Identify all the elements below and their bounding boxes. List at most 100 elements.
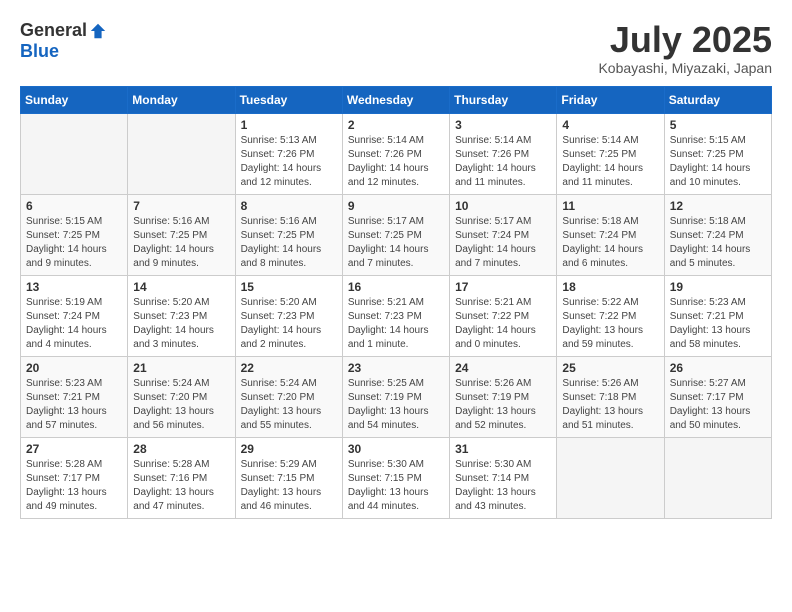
- calendar-cell: 13 Sunrise: 5:19 AM Sunset: 7:24 PM Dayli…: [21, 275, 128, 356]
- day-info: Sunrise: 5:26 AM Sunset: 7:18 PM Dayligh…: [562, 377, 658, 433]
- day-number: 15: [241, 280, 337, 294]
- day-number: 3: [455, 118, 551, 132]
- calendar-cell: 3 Sunrise: 5:14 AM Sunset: 7:26 PM Daylig…: [450, 113, 557, 194]
- day-number: 23: [348, 361, 444, 375]
- day-info: Sunrise: 5:16 AM Sunset: 7:25 PM Dayligh…: [133, 215, 229, 271]
- day-info: Sunrise: 5:28 AM Sunset: 7:16 PM Dayligh…: [133, 458, 229, 514]
- day-info: Sunrise: 5:14 AM Sunset: 7:25 PM Dayligh…: [562, 134, 658, 190]
- calendar-cell: [664, 437, 771, 518]
- weekday-header-thursday: Thursday: [450, 86, 557, 113]
- calendar-table: SundayMondayTuesdayWednesdayThursdayFrid…: [20, 86, 772, 519]
- weekday-header-wednesday: Wednesday: [342, 86, 449, 113]
- day-info: Sunrise: 5:26 AM Sunset: 7:19 PM Dayligh…: [455, 377, 551, 433]
- day-info: Sunrise: 5:15 AM Sunset: 7:25 PM Dayligh…: [26, 215, 122, 271]
- calendar-cell: 31 Sunrise: 5:30 AM Sunset: 7:14 PM Dayli…: [450, 437, 557, 518]
- day-info: Sunrise: 5:27 AM Sunset: 7:17 PM Dayligh…: [670, 377, 766, 433]
- day-number: 5: [670, 118, 766, 132]
- day-number: 13: [26, 280, 122, 294]
- calendar-cell: 29 Sunrise: 5:29 AM Sunset: 7:15 PM Dayli…: [235, 437, 342, 518]
- calendar-cell: [557, 437, 664, 518]
- day-number: 9: [348, 199, 444, 213]
- day-info: Sunrise: 5:29 AM Sunset: 7:15 PM Dayligh…: [241, 458, 337, 514]
- day-info: Sunrise: 5:24 AM Sunset: 7:20 PM Dayligh…: [241, 377, 337, 433]
- calendar-cell: 6 Sunrise: 5:15 AM Sunset: 7:25 PM Daylig…: [21, 194, 128, 275]
- calendar-cell: 24 Sunrise: 5:26 AM Sunset: 7:19 PM Dayli…: [450, 356, 557, 437]
- day-info: Sunrise: 5:20 AM Sunset: 7:23 PM Dayligh…: [241, 296, 337, 352]
- day-number: 22: [241, 361, 337, 375]
- day-number: 25: [562, 361, 658, 375]
- day-info: Sunrise: 5:19 AM Sunset: 7:24 PM Dayligh…: [26, 296, 122, 352]
- calendar-cell: 1 Sunrise: 5:13 AM Sunset: 7:26 PM Daylig…: [235, 113, 342, 194]
- calendar-cell: [21, 113, 128, 194]
- calendar-week-row: 27Sunrise: 5:28 AM Sunset: 7:17 PM Dayli…: [21, 437, 772, 518]
- day-number: 30: [348, 442, 444, 456]
- calendar-cell: 2 Sunrise: 5:14 AM Sunset: 7:26 PM Daylig…: [342, 113, 449, 194]
- day-number: 28: [133, 442, 229, 456]
- month-title: July 2025: [598, 20, 772, 60]
- calendar-cell: 20 Sunrise: 5:23 AM Sunset: 7:21 PM Dayli…: [21, 356, 128, 437]
- day-info: Sunrise: 5:17 AM Sunset: 7:25 PM Dayligh…: [348, 215, 444, 271]
- weekday-header-sunday: Sunday: [21, 86, 128, 113]
- weekday-header-tuesday: Tuesday: [235, 86, 342, 113]
- logo-general-text: General: [20, 20, 87, 41]
- day-number: 1: [241, 118, 337, 132]
- day-info: Sunrise: 5:25 AM Sunset: 7:19 PM Dayligh…: [348, 377, 444, 433]
- day-info: Sunrise: 5:24 AM Sunset: 7:20 PM Dayligh…: [133, 377, 229, 433]
- day-number: 18: [562, 280, 658, 294]
- day-info: Sunrise: 5:30 AM Sunset: 7:14 PM Dayligh…: [455, 458, 551, 514]
- day-info: Sunrise: 5:13 AM Sunset: 7:26 PM Dayligh…: [241, 134, 337, 190]
- calendar-cell: 23 Sunrise: 5:25 AM Sunset: 7:19 PM Dayli…: [342, 356, 449, 437]
- calendar-cell: 8Sunrise: 5:16 AM Sunset: 7:25 PM Daylig…: [235, 194, 342, 275]
- calendar-cell: 14 Sunrise: 5:20 AM Sunset: 7:23 PM Dayli…: [128, 275, 235, 356]
- day-info: Sunrise: 5:21 AM Sunset: 7:23 PM Dayligh…: [348, 296, 444, 352]
- day-number: 21: [133, 361, 229, 375]
- calendar-week-row: 1 Sunrise: 5:13 AM Sunset: 7:26 PM Daylig…: [21, 113, 772, 194]
- weekday-header-row: SundayMondayTuesdayWednesdayThursdayFrid…: [21, 86, 772, 113]
- day-number: 2: [348, 118, 444, 132]
- calendar-week-row: 6 Sunrise: 5:15 AM Sunset: 7:25 PM Daylig…: [21, 194, 772, 275]
- calendar-cell: 5 Sunrise: 5:15 AM Sunset: 7:25 PM Daylig…: [664, 113, 771, 194]
- day-number: 31: [455, 442, 551, 456]
- calendar-cell: 28 Sunrise: 5:28 AM Sunset: 7:16 PM Dayli…: [128, 437, 235, 518]
- day-number: 24: [455, 361, 551, 375]
- day-info: Sunrise: 5:17 AM Sunset: 7:24 PM Dayligh…: [455, 215, 551, 271]
- calendar-cell: 30 Sunrise: 5:30 AM Sunset: 7:15 PM Dayli…: [342, 437, 449, 518]
- day-number: 14: [133, 280, 229, 294]
- day-number: 6: [26, 199, 122, 213]
- calendar-week-row: 20 Sunrise: 5:23 AM Sunset: 7:21 PM Dayli…: [21, 356, 772, 437]
- calendar-cell: 26 Sunrise: 5:27 AM Sunset: 7:17 PM Dayli…: [664, 356, 771, 437]
- day-number: 12: [670, 199, 766, 213]
- calendar-cell: 4Sunrise: 5:14 AM Sunset: 7:25 PM Daylig…: [557, 113, 664, 194]
- calendar-cell: 16 Sunrise: 5:21 AM Sunset: 7:23 PM Dayli…: [342, 275, 449, 356]
- day-number: 17: [455, 280, 551, 294]
- day-number: 16: [348, 280, 444, 294]
- day-info: Sunrise: 5:22 AM Sunset: 7:22 PM Dayligh…: [562, 296, 658, 352]
- calendar-cell: 7Sunrise: 5:16 AM Sunset: 7:25 PM Daylig…: [128, 194, 235, 275]
- day-info: Sunrise: 5:14 AM Sunset: 7:26 PM Dayligh…: [455, 134, 551, 190]
- location: Kobayashi, Miyazaki, Japan: [598, 60, 772, 76]
- day-info: Sunrise: 5:30 AM Sunset: 7:15 PM Dayligh…: [348, 458, 444, 514]
- calendar-cell: 11Sunrise: 5:18 AM Sunset: 7:24 PM Dayli…: [557, 194, 664, 275]
- day-info: Sunrise: 5:20 AM Sunset: 7:23 PM Dayligh…: [133, 296, 229, 352]
- day-info: Sunrise: 5:23 AM Sunset: 7:21 PM Dayligh…: [26, 377, 122, 433]
- calendar-cell: 25 Sunrise: 5:26 AM Sunset: 7:18 PM Dayli…: [557, 356, 664, 437]
- day-number: 20: [26, 361, 122, 375]
- title-area: July 2025 Kobayashi, Miyazaki, Japan: [598, 20, 772, 76]
- calendar-cell: 27Sunrise: 5:28 AM Sunset: 7:17 PM Dayli…: [21, 437, 128, 518]
- calendar-cell: 17Sunrise: 5:21 AM Sunset: 7:22 PM Dayli…: [450, 275, 557, 356]
- calendar-cell: 18 Sunrise: 5:22 AM Sunset: 7:22 PM Dayli…: [557, 275, 664, 356]
- calendar-cell: 9 Sunrise: 5:17 AM Sunset: 7:25 PM Daylig…: [342, 194, 449, 275]
- day-info: Sunrise: 5:23 AM Sunset: 7:21 PM Dayligh…: [670, 296, 766, 352]
- day-number: 26: [670, 361, 766, 375]
- day-number: 11: [562, 199, 658, 213]
- day-info: Sunrise: 5:14 AM Sunset: 7:26 PM Dayligh…: [348, 134, 444, 190]
- calendar-cell: 12 Sunrise: 5:18 AM Sunset: 7:24 PM Dayli…: [664, 194, 771, 275]
- day-info: Sunrise: 5:18 AM Sunset: 7:24 PM Dayligh…: [670, 215, 766, 271]
- weekday-header-monday: Monday: [128, 86, 235, 113]
- day-info: Sunrise: 5:15 AM Sunset: 7:25 PM Dayligh…: [670, 134, 766, 190]
- page-header: General Blue July 2025 Kobayashi, Miyaza…: [20, 20, 772, 76]
- calendar-cell: 10Sunrise: 5:17 AM Sunset: 7:24 PM Dayli…: [450, 194, 557, 275]
- day-number: 29: [241, 442, 337, 456]
- logo-icon: [89, 22, 107, 40]
- calendar-cell: 21 Sunrise: 5:24 AM Sunset: 7:20 PM Dayli…: [128, 356, 235, 437]
